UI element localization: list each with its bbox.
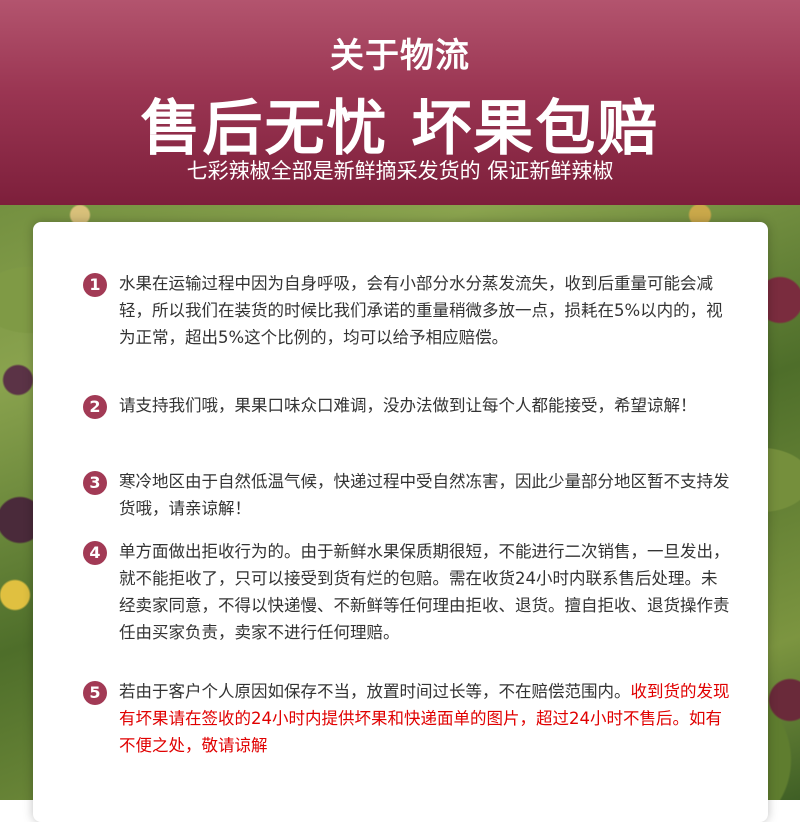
policy-text-1: 水果在运输过程中因为自身呼吸，会有小部分水分蒸发流失，收到后重量可能会减轻，所以…	[119, 274, 723, 347]
number-badge-5: 5	[83, 681, 107, 705]
policy-card: 1 水果在运输过程中因为自身呼吸，会有小部分水分蒸发流失，收到后重量可能会减轻，…	[33, 222, 768, 822]
number-badge-4: 4	[83, 541, 107, 565]
header-headline: 售后无忧 坏果包赔	[140, 94, 660, 164]
policy-item-2: 2 请支持我们哦，果果口味众口难调，没办法做到让每个人都能接受，希望谅解！	[83, 392, 733, 419]
number-badge-1: 1	[83, 273, 107, 297]
policy-text-5: 若由于客户个人原因如保存不当，放置时间过长等，不在赔偿范围内。	[119, 682, 631, 701]
policy-text-2: 请支持我们哦，果果口味众口难调，没办法做到让每个人都能接受，希望谅解！	[119, 396, 697, 415]
policy-item-5: 5 若由于客户个人原因如保存不当，放置时间过长等，不在赔偿范围内。收到货的发现有…	[83, 678, 733, 759]
number-badge-2: 2	[83, 395, 107, 419]
policy-item-1: 1 水果在运输过程中因为自身呼吸，会有小部分水分蒸发流失，收到后重量可能会减轻，…	[83, 270, 733, 351]
policy-item-3: 3 寒冷地区由于自然低温气候，快递过程中受自然冻害，因此少量部分地区暂不支持发货…	[83, 468, 733, 522]
policy-text-4: 单方面做出拒收行为的。由于新鲜水果保质期很短，不能进行二次销售，一旦发出，就不能…	[119, 542, 730, 642]
header-banner: 关于物流 售后无忧 坏果包赔 七彩辣椒全部是新鲜摘采发货的 保证新鲜辣椒	[0, 0, 800, 205]
policy-text-3: 寒冷地区由于自然低温气候，快递过程中受自然冻害，因此少量部分地区暂不支持发货哦，…	[119, 472, 730, 518]
policy-item-4: 4 单方面做出拒收行为的。由于新鲜水果保质期很短，不能进行二次销售，一旦发出，就…	[83, 538, 733, 646]
header-title: 关于物流	[330, 36, 470, 76]
number-badge-3: 3	[83, 471, 107, 495]
header-subtitle: 七彩辣椒全部是新鲜摘采发货的 保证新鲜辣椒	[186, 159, 614, 183]
policy-text-5-wrapper: 若由于客户个人原因如保存不当，放置时间过长等，不在赔偿范围内。收到货的发现有坏果…	[119, 678, 733, 759]
